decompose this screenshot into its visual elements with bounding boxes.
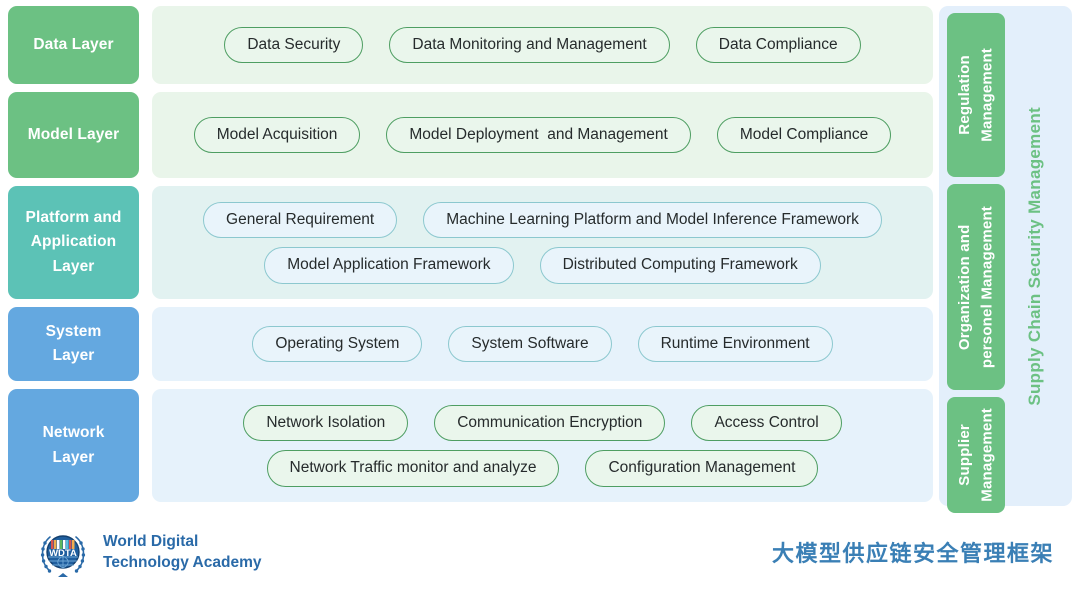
layer-label-model-layer[interactable]: Model Layer (8, 92, 139, 178)
capability-pill[interactable]: System Software (448, 325, 612, 363)
layer-row-model-layer: Model Layer Model Acquisition Model Deploy… (8, 92, 933, 178)
capability-pill[interactable]: Operating System (252, 325, 423, 363)
side-box-label: Supplier Management (955, 408, 996, 502)
capability-pill[interactable]: Model Acquisition (193, 116, 361, 154)
pill-line: Model Acquisition Model Deployment and Ma… (166, 116, 919, 154)
capability-pill[interactable]: Distributed Computing Framework (539, 247, 821, 284)
capability-pill[interactable]: Machine Learning Platform and Model Infe… (423, 201, 882, 238)
capability-pill[interactable]: Network Isolation (243, 404, 409, 441)
footer: WDTA World Digital Technology Academy 大模… (0, 508, 1080, 604)
layer-label-system-layer[interactable]: System Layer (8, 307, 139, 381)
capability-pill[interactable]: Access Control (691, 404, 842, 441)
pill-line: Network Isolation Communication Encryptio… (166, 404, 919, 441)
capability-pill[interactable]: Configuration Management (585, 450, 819, 487)
layer-body-network-layer: Network Isolation Communication Encryptio… (152, 389, 933, 502)
capability-pill[interactable]: Network Traffic monitor and analyze (266, 450, 560, 487)
framework-diagram: Data Layer Data Security Data Monitoring a… (0, 0, 1080, 604)
capability-pill[interactable]: Data Security (224, 26, 364, 64)
pill-line: Model Application Framework Distributed C… (166, 247, 919, 284)
layer-label-network-layer[interactable]: Network Layer (8, 389, 139, 502)
pill-line: Operating System System Software Runtime E… (166, 325, 919, 363)
layer-label-data-layer[interactable]: Data Layer (8, 6, 139, 84)
pill-line: Data Security Data Monitoring and Managem… (166, 26, 919, 64)
layer-body-data-layer: Data Security Data Monitoring and Managem… (152, 6, 933, 84)
layer-row-platform-and-application-layer: Platform and Application Layer General Re… (8, 186, 933, 299)
side-box-organization-and-personel-management[interactable]: Organization and personel Management (947, 184, 1005, 390)
side-panel-boxes: Regulation Management Organization and pe… (947, 13, 1005, 513)
capability-pill[interactable]: Model Deployment and Management (386, 116, 691, 154)
capability-pill[interactable]: Runtime Environment (637, 325, 833, 363)
layer-body-platform-and-application-layer: General Requirement Machine Learning Plat… (152, 186, 933, 299)
side-panel-title-label: Supply Chain Security Management (1025, 106, 1044, 406)
layer-row-network-layer: Network Layer Network Isolation Communicat… (8, 389, 933, 502)
wdta-logo-acronym: WDTA (49, 548, 77, 559)
pill-line: Network Traffic monitor and analyze Confi… (166, 450, 919, 487)
layer-row-system-layer: System Layer Operating System System Softw… (8, 307, 933, 381)
layer-body-system-layer: Operating System System Software Runtime E… (152, 307, 933, 381)
side-panel-title: Supply Chain Security Management (1005, 13, 1065, 499)
layer-row-data-layer: Data Layer Data Security Data Monitoring a… (8, 6, 933, 84)
side-box-label: Organization and personel Management (955, 205, 996, 369)
capability-pill[interactable]: Model Application Framework (264, 247, 514, 284)
brand-name: World Digital Technology Academy (103, 533, 262, 571)
pill-line: General Requirement Machine Learning Plat… (166, 201, 919, 238)
capability-pill[interactable]: Data Compliance (695, 26, 861, 64)
capability-pill[interactable]: Data Monitoring and Management (389, 26, 670, 64)
side-box-supplier-management[interactable]: Supplier Management (947, 397, 1005, 513)
layer-body-model-layer: Model Acquisition Model Deployment and Ma… (152, 92, 933, 178)
side-box-label: Regulation Management (955, 48, 996, 142)
brand: WDTA World Digital Technology Academy (34, 527, 261, 579)
capability-pill[interactable]: General Requirement (203, 201, 398, 238)
capability-pill[interactable]: Model Compliance (716, 116, 892, 154)
layer-label-platform-and-application-layer[interactable]: Platform and Application Layer (8, 186, 139, 299)
layer-stack: Data Layer Data Security Data Monitoring a… (8, 6, 933, 506)
capability-pill[interactable]: Communication Encryption (434, 404, 666, 441)
supply-chain-side-panel: Regulation Management Organization and pe… (939, 6, 1072, 513)
side-box-regulation-management[interactable]: Regulation Management (947, 13, 1005, 177)
framework-title-zh: 大模型供应链安全管理框架 (771, 542, 1054, 567)
wdta-logo-icon: WDTA (34, 527, 92, 579)
